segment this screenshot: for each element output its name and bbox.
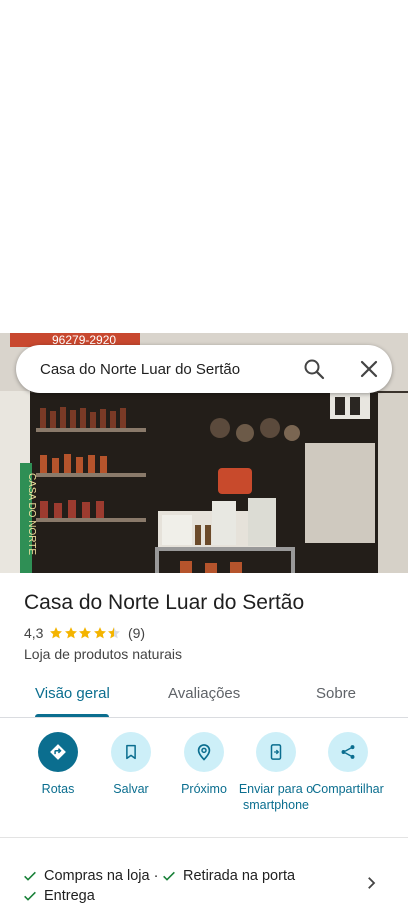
directions-icon: [50, 744, 66, 760]
amenity-delivery: Entrega: [22, 888, 95, 904]
check-icon: [24, 871, 36, 881]
share-label: Compartilhar: [312, 782, 384, 796]
amenity-label: Compras na loja ·: [44, 868, 159, 884]
action-buttons: Rotas Salvar Próximo Enviar para o smart…: [0, 718, 408, 838]
send-to-phone-button[interactable]: Enviar para o smartphone: [238, 732, 314, 813]
amenity-label: Retirada na porta: [183, 868, 296, 884]
tab-overview[interactable]: Visão geral: [35, 685, 110, 702]
check-icon: [163, 871, 175, 881]
tab-bar: Visão geral Avaliações Sobre: [0, 672, 408, 718]
share-button-circle[interactable]: [328, 732, 368, 772]
active-tab-indicator: [35, 714, 109, 717]
close-icon[interactable]: [357, 357, 381, 381]
nearby-button-circle[interactable]: [184, 732, 224, 772]
search-query-text[interactable]: Casa do Norte Luar do Sertão: [40, 361, 392, 378]
send-to-phone-label: Enviar para o smartphone: [238, 782, 314, 812]
save-button[interactable]: Salvar: [93, 732, 169, 797]
directions-button-circle[interactable]: [38, 732, 78, 772]
amenity-curbside-pickup: Retirada na porta: [161, 868, 295, 884]
save-label: Salvar: [113, 782, 149, 796]
search-bar[interactable]: Casa do Norte Luar do Sertão: [16, 345, 392, 393]
save-button-circle[interactable]: [111, 732, 151, 772]
chevron-right-icon[interactable]: [362, 874, 380, 892]
send-to-phone-icon: [270, 744, 282, 760]
nearby-label: Próximo: [181, 782, 227, 796]
directions-button[interactable]: Rotas: [20, 732, 96, 797]
star-full-icon: [79, 627, 92, 639]
star-full-icon: [65, 627, 77, 639]
star-half-icon: [108, 627, 121, 639]
share-button[interactable]: Compartilhar: [310, 732, 386, 797]
photo-sign-text: CASA DO NORTE: [26, 473, 37, 555]
share-icon: [341, 745, 355, 759]
nearby-icon: [197, 744, 211, 761]
review-count[interactable]: (9): [128, 625, 145, 641]
amenity-in-store-shopping: Compras na loja ·: [22, 868, 158, 884]
star-full-icon: [50, 627, 63, 639]
map-blank-area: [0, 0, 408, 333]
rating-stars: [49, 626, 122, 640]
nearby-button[interactable]: Próximo: [166, 732, 242, 797]
star-full-icon: [94, 627, 106, 639]
directions-label: Rotas: [41, 782, 75, 796]
place-title: Casa do Norte Luar do Sertão: [24, 591, 305, 614]
place-category: Loja de produtos naturais: [24, 646, 182, 662]
rating-row[interactable]: 4,3 (9): [24, 625, 145, 641]
search-icon[interactable]: [302, 357, 326, 381]
check-icon: [24, 891, 36, 901]
tab-about[interactable]: Sobre: [316, 685, 356, 702]
amenities-row[interactable]: Compras na loja · Retirada na porta Entr…: [0, 866, 408, 906]
send-to-phone-button-circle[interactable]: [256, 732, 296, 772]
bookmark-icon: [126, 744, 136, 760]
tab-reviews[interactable]: Avaliações: [168, 685, 240, 702]
rating-value: 4,3: [24, 625, 44, 641]
amenity-label: Entrega: [44, 888, 95, 904]
